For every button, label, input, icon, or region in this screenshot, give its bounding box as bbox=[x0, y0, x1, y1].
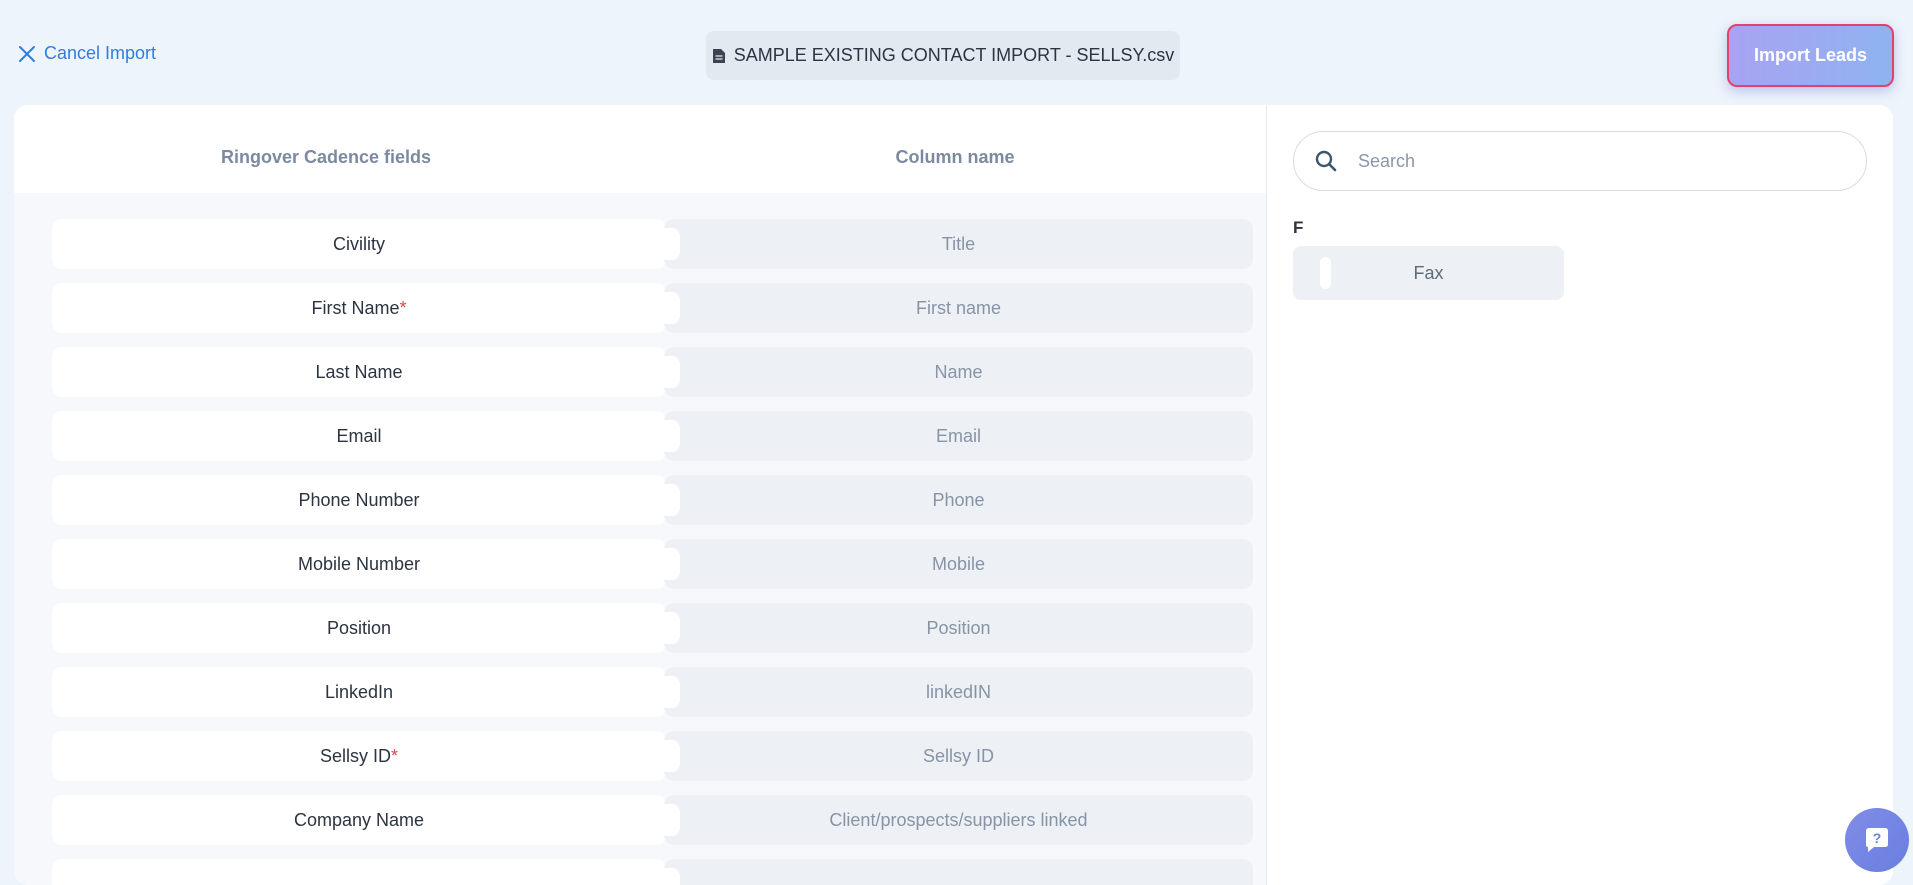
cadence-field-label: Mobile Number bbox=[297, 553, 421, 574]
import-leads-label: Import Leads bbox=[1753, 45, 1868, 65]
mapped-column-label: linkedIN bbox=[925, 681, 992, 702]
drop-notch bbox=[662, 420, 680, 452]
cadence-field: Mobile Number bbox=[52, 539, 666, 589]
mapping-row: Civility Title bbox=[52, 219, 1253, 269]
mapped-column-label: Mobile bbox=[931, 553, 986, 574]
search-input[interactable] bbox=[1356, 149, 1816, 173]
field-mapping-panel: Ringover Cadence fields Column name Civi… bbox=[14, 105, 1267, 885]
drop-notch bbox=[662, 356, 680, 388]
search-icon bbox=[1315, 150, 1337, 172]
group-letter: F bbox=[1293, 218, 1304, 237]
mapped-column-label: Phone bbox=[932, 489, 985, 510]
mapped-column-label: Client/prospects/suppliers linked bbox=[829, 809, 1088, 830]
cadence-field: First Name * bbox=[52, 283, 666, 333]
cadence-field-label: Last Name bbox=[315, 361, 403, 382]
column-dropzone[interactable]: Name bbox=[662, 347, 1253, 397]
drop-notch bbox=[662, 292, 680, 324]
mapping-header: Ringover Cadence fields Column name bbox=[14, 105, 1266, 193]
drop-notch bbox=[662, 612, 680, 644]
column-dropzone[interactable]: Title bbox=[662, 219, 1253, 269]
drop-notch bbox=[662, 548, 680, 580]
cadence-field-label: Phone Number bbox=[298, 489, 420, 510]
cadence-field-label: LinkedIn bbox=[324, 681, 394, 702]
cadence-field bbox=[52, 859, 666, 885]
drop-notch bbox=[662, 740, 680, 772]
cancel-import-label: Cancel Import bbox=[44, 43, 157, 63]
file-name: SAMPLE EXISTING CONTACT IMPORT - SELLSY.… bbox=[733, 45, 1175, 65]
mapping-row: Email Email bbox=[52, 411, 1253, 461]
cadence-field-label: Position bbox=[326, 617, 392, 638]
drop-notch bbox=[662, 868, 680, 885]
search-box[interactable] bbox=[1293, 131, 1867, 191]
cadence-field-label: Sellsy ID bbox=[319, 745, 391, 766]
csv-columns-panel: F Fax bbox=[1267, 105, 1893, 885]
import-leads-button[interactable]: Import Leads bbox=[1727, 24, 1894, 87]
cadence-field: Phone Number bbox=[52, 475, 666, 525]
fields-column-header: Ringover Cadence fields bbox=[220, 147, 432, 167]
cadence-field-label: First Name bbox=[311, 297, 400, 318]
cadence-field-label: Email bbox=[336, 425, 382, 446]
cadence-field: Company Name bbox=[52, 795, 666, 845]
column-dropzone[interactable]: linkedIN bbox=[662, 667, 1253, 717]
cadence-field: LinkedIn bbox=[52, 667, 666, 717]
drop-notch bbox=[662, 228, 680, 260]
mapping-row: Phone Number Phone bbox=[52, 475, 1253, 525]
column-dropzone[interactable]: Email bbox=[662, 411, 1253, 461]
mapped-column-label: Position bbox=[926, 617, 991, 638]
mapped-column-label: First name bbox=[915, 297, 1002, 318]
column-dropzone[interactable]: Position bbox=[662, 603, 1253, 653]
file-name-chip: SAMPLE EXISTING CONTACT IMPORT - SELLSY.… bbox=[706, 31, 1180, 80]
column-dropzone[interactable]: Sellsy ID bbox=[662, 731, 1253, 781]
mapped-column-label: Sellsy ID bbox=[922, 745, 994, 766]
cadence-field: Email bbox=[52, 411, 666, 461]
required-marker: * bbox=[391, 745, 399, 766]
mapping-rows: Civility Title First Name * First name Last N… bbox=[14, 193, 1266, 885]
drop-notch bbox=[662, 676, 680, 708]
column-dropzone[interactable]: First name bbox=[662, 283, 1253, 333]
column-dropzone[interactable]: Phone bbox=[662, 475, 1253, 525]
mapping-row: First Name * First name bbox=[52, 283, 1253, 333]
cadence-field-label: Civility bbox=[333, 233, 385, 254]
cadence-field: Position bbox=[52, 603, 666, 653]
top-bar: Cancel Import SAMPLE EXISTING CONTACT IM… bbox=[0, 0, 1913, 105]
drop-notch bbox=[662, 484, 680, 516]
column-name-header: Column name bbox=[895, 147, 1015, 167]
chat-help-icon: ? bbox=[1866, 828, 1888, 852]
column-chip-fax[interactable]: Fax bbox=[1293, 246, 1564, 300]
drop-notch bbox=[662, 804, 680, 836]
mapping-row: LinkedIn linkedIN bbox=[52, 667, 1253, 717]
cadence-field: Sellsy ID * bbox=[52, 731, 666, 781]
document-icon bbox=[712, 48, 725, 63]
mapping-card: Ringover Cadence fields Column name Civi… bbox=[14, 105, 1893, 885]
required-marker: * bbox=[399, 297, 407, 318]
column-chip-label: Fax bbox=[1413, 262, 1444, 283]
cadence-field: Civility bbox=[52, 219, 666, 269]
cadence-field-label: Company Name bbox=[293, 809, 425, 830]
mapping-row: Sellsy ID * Sellsy ID bbox=[52, 731, 1253, 781]
cadence-field: Last Name bbox=[52, 347, 666, 397]
help-chat-button[interactable]: ? bbox=[1845, 808, 1909, 872]
drag-handle-icon[interactable] bbox=[1320, 257, 1331, 289]
column-dropzone[interactable] bbox=[662, 859, 1253, 885]
mapping-row: Mobile Number Mobile bbox=[52, 539, 1253, 589]
close-icon bbox=[19, 45, 35, 62]
column-dropzone[interactable]: Client/prospects/suppliers linked bbox=[662, 795, 1253, 845]
mapped-column-label: Email bbox=[935, 425, 981, 446]
mapping-row: Company Name Client/prospects/suppliers l… bbox=[52, 795, 1253, 845]
mapping-row: Last Name Name bbox=[52, 347, 1253, 397]
cancel-import-button[interactable]: Cancel Import bbox=[18, 43, 156, 64]
mapped-column-label: Name bbox=[934, 361, 983, 382]
mapped-column-label: Title bbox=[941, 233, 976, 254]
mapping-row bbox=[52, 859, 1253, 885]
svg-text:?: ? bbox=[1873, 830, 1882, 846]
column-dropzone[interactable]: Mobile bbox=[662, 539, 1253, 589]
mapping-row: Position Position bbox=[52, 603, 1253, 653]
